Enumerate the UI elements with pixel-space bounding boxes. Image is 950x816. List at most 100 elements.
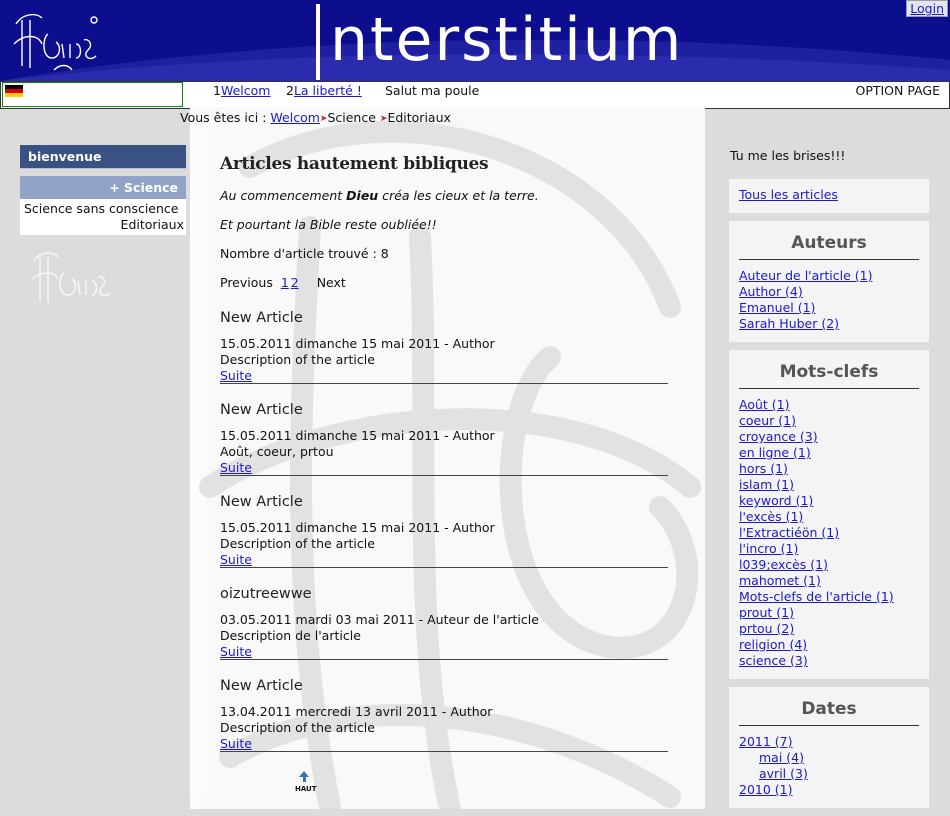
pager-page-1[interactable]: 1 [281, 275, 289, 290]
nav-link-welcom[interactable]: Welcom [221, 83, 271, 98]
nav-number: 1 [213, 83, 221, 98]
breadcrumb-prefix: Vous êtes ici : [180, 110, 267, 125]
nav-text-salut: Salut ma poule [385, 83, 480, 98]
pager-page-2[interactable]: 2 [291, 275, 299, 290]
pager-next[interactable]: Next [317, 275, 346, 290]
nav-item-welcom: 1Welcom [213, 83, 270, 98]
back-to-top-label: HAUT [295, 785, 317, 793]
keyword-link[interactable]: Août (1) [739, 397, 919, 413]
menu-item-science[interactable]: + Science [20, 176, 186, 199]
breadcrumb: Vous êtes ici : Welcom➤Science ➤Editoria… [180, 110, 451, 125]
article-meta: 15.05.2011 dimanche 15 mai 2011 - Author [220, 428, 495, 443]
pager-previous[interactable]: Previous [220, 275, 273, 290]
all-articles-link[interactable]: Tous les articles [739, 187, 919, 203]
date-link-month[interactable]: avril (3) [739, 766, 919, 782]
intro-text: Au commencement [220, 188, 347, 203]
date-link-year[interactable]: 2010 (1) [739, 782, 919, 798]
nav-item-liberte: 2La liberté ! [286, 83, 362, 98]
article-title[interactable]: oizutreewwe [220, 586, 668, 602]
left-menu: bienvenue + Science Science sans conscie… [20, 145, 186, 235]
dates-heading: Dates [739, 699, 919, 726]
sidebar-tagline: Tu me les brises!!! [730, 148, 846, 163]
article-title[interactable]: New Article [220, 402, 668, 418]
author-link[interactable]: Sarah Huber (2) [739, 316, 919, 332]
article-title[interactable]: New Article [220, 494, 668, 510]
article-meta: 15.05.2011 dimanche 15 mai 2011 - Author [220, 336, 495, 351]
article-description: Août, coeur, prtou [220, 444, 334, 459]
page-title: Articles hautement bibliques [220, 154, 489, 174]
authors-heading: Auteurs [739, 233, 919, 260]
article-description: Description de l'article [220, 628, 361, 643]
login-link[interactable]: Login [910, 1, 944, 16]
breadcrumb-current: Editoriaux [387, 110, 451, 125]
language-selector[interactable] [2, 82, 183, 107]
keyword-link[interactable]: prout (1) [739, 605, 919, 621]
read-more-link[interactable]: Suite [220, 460, 668, 475]
author-link[interactable]: Emanuel (1) [739, 300, 919, 316]
main-content: Articles hautement bibliques Au commence… [220, 150, 668, 770]
dates-box: Dates 2011 (7) mai (4) avril (3) 2010 (1… [729, 687, 929, 808]
keyword-link[interactable]: religion (4) [739, 637, 919, 653]
keywords-heading: Mots-clefs [739, 362, 919, 389]
article-title[interactable]: New Article [220, 310, 668, 326]
science-submenu: Science sans conscience Editoriaux [20, 199, 186, 235]
submenu-item-editoriaux[interactable]: Editoriaux [24, 217, 186, 233]
keywords-box: Mots-clefs Août (1) coeur (1) croyance (… [729, 350, 929, 679]
article-meta: 13.04.2011 mercredi 13 avril 2011 - Auth… [220, 704, 493, 719]
article-item: New Article 15.05.2011 dimanche 15 mai 2… [220, 402, 668, 476]
top-navigation: 1Welcom 2La liberté ! Salut ma poule OPT… [0, 81, 950, 109]
keyword-link[interactable]: l'Extractiéön (1) [739, 525, 919, 541]
intro-text: créa les cieux et la terre. [378, 188, 539, 203]
pagination: Previous 12 Next [220, 275, 668, 290]
left-logo-watermark [31, 252, 111, 303]
keyword-link[interactable]: l'excès (1) [739, 509, 919, 525]
menu-item-bienvenue[interactable]: bienvenue [20, 145, 186, 169]
keyword-link[interactable]: coeur (1) [739, 413, 919, 429]
article-description: Description of the article [220, 352, 375, 367]
keyword-link[interactable]: en ligne (1) [739, 445, 919, 461]
option-page-link[interactable]: OPTION PAGE [855, 83, 940, 98]
author-link[interactable]: Auteur de l'article (1) [739, 268, 919, 284]
site-header: nterstitium Login [0, 0, 950, 81]
article-count: Nombre d'article trouvé : 8 [220, 246, 389, 261]
article-title[interactable]: New Article [220, 678, 668, 694]
site-logo[interactable] [8, 4, 104, 80]
keyword-link[interactable]: keyword (1) [739, 493, 919, 509]
submenu-item-science-sans-conscience[interactable]: Science sans conscience [24, 201, 186, 217]
keyword-link[interactable]: l039;excès (1) [739, 557, 919, 573]
keyword-link[interactable]: islam (1) [739, 477, 919, 493]
keyword-link[interactable]: l'incro (1) [739, 541, 919, 557]
site-title: nterstitium [316, 0, 683, 81]
keyword-link[interactable]: hors (1) [739, 461, 919, 477]
right-sidebar: Tu me les brises!!! Tous les articles Au… [729, 148, 929, 816]
read-more-link[interactable]: Suite [220, 368, 668, 383]
intro-bold-word: Dieu [346, 188, 379, 203]
all-articles-box: Tous les articles [729, 179, 929, 213]
breadcrumb-home-link[interactable]: Welcom [270, 110, 320, 125]
keyword-link[interactable]: science (3) [739, 653, 919, 669]
breadcrumb-level1: Science [327, 110, 376, 125]
article-meta: 03.05.2011 mardi 03 mai 2011 - Auteur de… [220, 612, 539, 627]
keyword-link[interactable]: croyance (3) [739, 429, 919, 445]
date-link-month[interactable]: mai (4) [739, 750, 919, 766]
nav-number: 2 [286, 83, 294, 98]
read-more-link[interactable]: Suite [220, 644, 668, 659]
keyword-link[interactable]: mahomet (1) [739, 573, 919, 589]
nav-link-liberte[interactable]: La liberté ! [294, 83, 362, 98]
author-link[interactable]: Author (4) [739, 284, 919, 300]
keyword-link[interactable]: Mots-clefs de l'article (1) [739, 589, 919, 605]
back-to-top-button[interactable]: HAUT [295, 771, 317, 793]
read-more-link[interactable]: Suite [220, 552, 668, 567]
read-more-link[interactable]: Suite [220, 736, 668, 751]
article-description: Description of the article [220, 536, 375, 551]
authors-box: Auteurs Auteur de l'article (1) Author (… [729, 221, 929, 342]
article-item: New Article 15.05.2011 dimanche 15 mai 2… [220, 310, 668, 384]
article-item: New Article 15.05.2011 dimanche 15 mai 2… [220, 494, 668, 568]
german-flag-icon[interactable] [5, 85, 23, 97]
article-item: oizutreewwe 03.05.2011 mardi 03 mai 2011… [220, 586, 668, 660]
intro-line-2: Et pourtant la Bible reste oubliée!! [220, 217, 437, 232]
intro-line-1: Au commencement Dieu créa les cieux et l… [220, 188, 668, 203]
date-link-year[interactable]: 2011 (7) [739, 734, 919, 750]
keyword-link[interactable]: prtou (2) [739, 621, 919, 637]
arrow-up-stem [302, 777, 306, 782]
